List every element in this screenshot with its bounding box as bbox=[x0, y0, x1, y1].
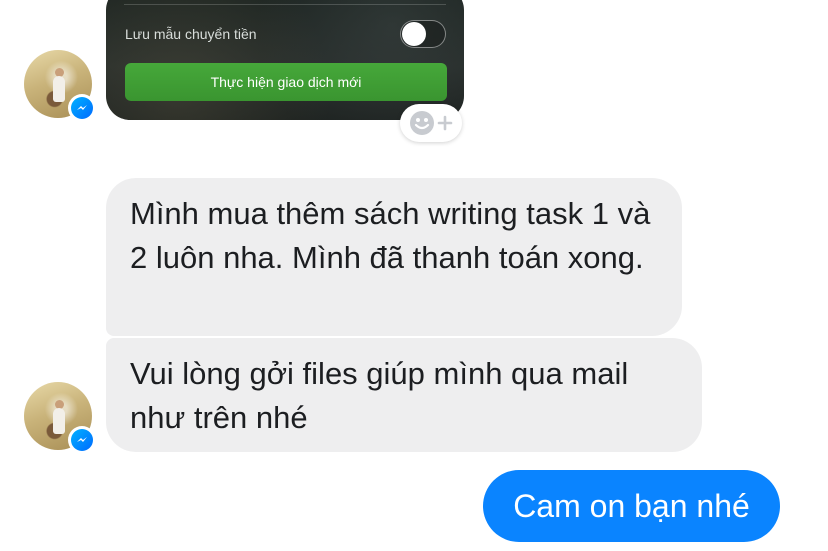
avatar-figure-body bbox=[53, 408, 65, 434]
toggle-knob bbox=[402, 22, 426, 46]
incoming-message-bubble[interactable]: Mình mua thêm sách writing task 1 và 2 l… bbox=[106, 178, 682, 336]
new-transaction-button[interactable]: Thực hiện giao dịch mới bbox=[125, 63, 447, 101]
plus-icon bbox=[437, 115, 453, 131]
card-divider bbox=[124, 4, 446, 5]
messenger-badge-icon bbox=[68, 94, 96, 122]
outgoing-message-bubble[interactable]: Cam on bạn nhé bbox=[483, 470, 780, 542]
incoming-message-bubble[interactable]: Vui lòng gởi files giúp mình qua mail nh… bbox=[106, 338, 702, 452]
messenger-bolt-icon bbox=[77, 437, 87, 442]
avatar-figure-body bbox=[53, 76, 65, 102]
save-template-label: Lưu mẫu chuyển tiền bbox=[125, 26, 257, 42]
smiley-icon bbox=[410, 111, 434, 135]
messenger-badge-icon bbox=[68, 426, 96, 454]
bank-transfer-card[interactable]: Lưu mẫu chuyển tiền Thực hiện giao dịch … bbox=[106, 0, 464, 120]
add-reaction-button[interactable] bbox=[400, 104, 462, 142]
save-template-toggle[interactable] bbox=[400, 20, 446, 48]
messenger-bolt-icon bbox=[77, 105, 87, 110]
